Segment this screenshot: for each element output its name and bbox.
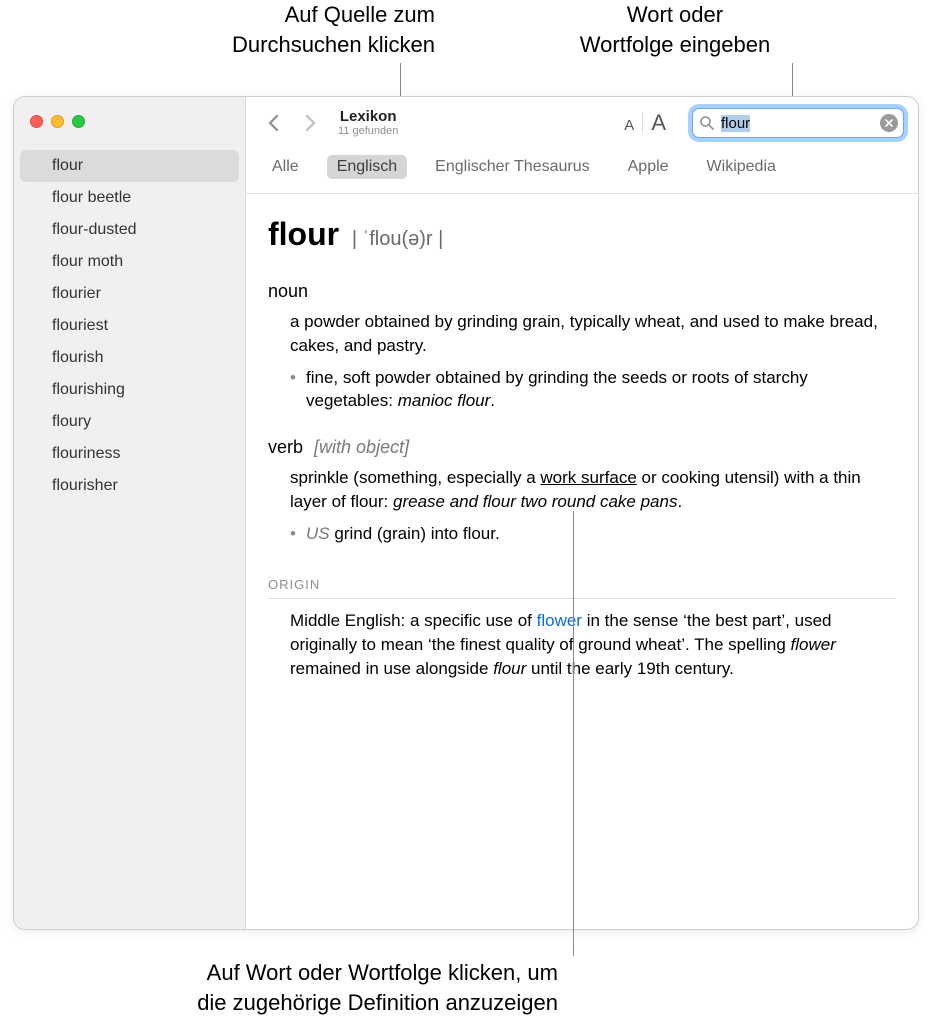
definition[interactable]: a powder obtained by grinding grain, typ…	[290, 310, 896, 358]
origin-italic: flour	[493, 659, 526, 678]
callout-line	[792, 63, 793, 97]
app-window: flourflour beetleflour-dustedflour mothf…	[13, 96, 919, 930]
origin-text[interactable]: Middle English: a specific use of flower…	[290, 609, 896, 680]
pos-verb-extra: [with object]	[314, 437, 409, 457]
toolbar: Lexikon 11 gefunden A A	[246, 97, 918, 149]
callout-search: Wort oder Wortfolge eingeben	[560, 0, 790, 59]
title-area: Lexikon 11 gefunden	[338, 109, 398, 138]
example: grease and flour two round cake pans	[393, 492, 677, 511]
period: .	[677, 492, 682, 511]
callout-sources: Auf Quelle zum Durchsuchen klicken	[175, 0, 435, 59]
callout-definition-click: Auf Wort oder Wortfolge klicken, um die …	[48, 958, 558, 1017]
pos-verb-label: verb	[268, 437, 303, 457]
sidebar-item[interactable]: flourish	[14, 342, 245, 374]
sidebar-item[interactable]: flouriest	[14, 310, 245, 342]
sidebar-item[interactable]: flour moth	[14, 246, 245, 278]
sub-def-text: fine, soft powder obtained by grinding t…	[306, 368, 808, 411]
search-field-wrap	[692, 108, 904, 138]
origin-italic: flower	[791, 635, 836, 654]
origin-part: Middle English: a specific use of	[290, 611, 537, 630]
close-window-button[interactable]	[30, 115, 43, 128]
headword: flour	[268, 216, 339, 252]
example: manioc flour	[398, 391, 491, 410]
sidebar-item[interactable]: floury	[14, 406, 245, 438]
source-tabs: Alle Englisch Englischer Thesaurus Apple Wik…	[246, 149, 918, 194]
zoom-window-button[interactable]	[72, 115, 85, 128]
origin-part: remained in use alongside	[290, 659, 493, 678]
source-tab[interactable]: Wikipedia	[697, 155, 786, 179]
sidebar-item[interactable]: flouriness	[14, 438, 245, 470]
minimize-window-button[interactable]	[51, 115, 64, 128]
source-tab[interactable]: Apple	[618, 155, 679, 179]
origin-link[interactable]: flower	[537, 611, 582, 630]
clear-search-button[interactable]	[880, 114, 898, 132]
forward-button[interactable]	[296, 109, 324, 137]
origin-heading: ORIGIN	[268, 576, 896, 599]
content-area: flour | ˈflou(ə)r | noun a powder obtain…	[246, 194, 918, 929]
increase-font-button[interactable]: A	[643, 110, 674, 136]
definition[interactable]: sprinkle (something, especially a work s…	[290, 466, 896, 514]
period: .	[490, 391, 495, 410]
sidebar-item[interactable]: flourishing	[14, 374, 245, 406]
search-icon	[699, 115, 715, 131]
sidebar-item[interactable]: flour beetle	[14, 182, 245, 214]
source-tab[interactable]: Englischer Thesaurus	[425, 155, 599, 179]
origin-part: until the early 19th century.	[526, 659, 734, 678]
def-text: sprinkle (something, especially a	[290, 468, 540, 487]
back-button[interactable]	[260, 109, 288, 137]
sidebar-item[interactable]: flourisher	[14, 470, 245, 502]
search-input[interactable]	[692, 108, 904, 138]
sidebar-item[interactable]: flour	[20, 150, 239, 182]
sidebar-list: flourflour beetleflour-dustedflour mothf…	[14, 144, 245, 502]
results-count: 11 gefunden	[338, 125, 398, 137]
main-area: Lexikon 11 gefunden A A AlleEnglischE	[246, 97, 918, 929]
sub-definition[interactable]: US grind (grain) into flour.	[290, 522, 896, 546]
source-tab[interactable]: Alle	[262, 155, 309, 179]
sub-definition[interactable]: fine, soft powder obtained by grinding t…	[290, 366, 896, 414]
pos-noun: noun	[268, 279, 896, 304]
linked-phrase[interactable]: work surface	[540, 468, 636, 487]
sub-def-text: grind (grain) into flour.	[334, 524, 499, 543]
pos-verb: verb [with object]	[268, 435, 896, 460]
pronunciation: | ˈflou(ə)r |	[352, 228, 444, 250]
source-tab[interactable]: Englisch	[327, 155, 407, 179]
sidebar-item[interactable]: flour-dusted	[14, 214, 245, 246]
sidebar: flourflour beetleflour-dustedflour mothf…	[14, 97, 246, 929]
window-controls	[14, 109, 245, 144]
app-title: Lexikon	[340, 109, 397, 126]
region-label: US	[306, 524, 334, 543]
decrease-font-button[interactable]: A	[616, 117, 642, 134]
font-size-control: A A	[616, 110, 674, 136]
sidebar-item[interactable]: flourier	[14, 278, 245, 310]
callout-line	[573, 511, 574, 956]
